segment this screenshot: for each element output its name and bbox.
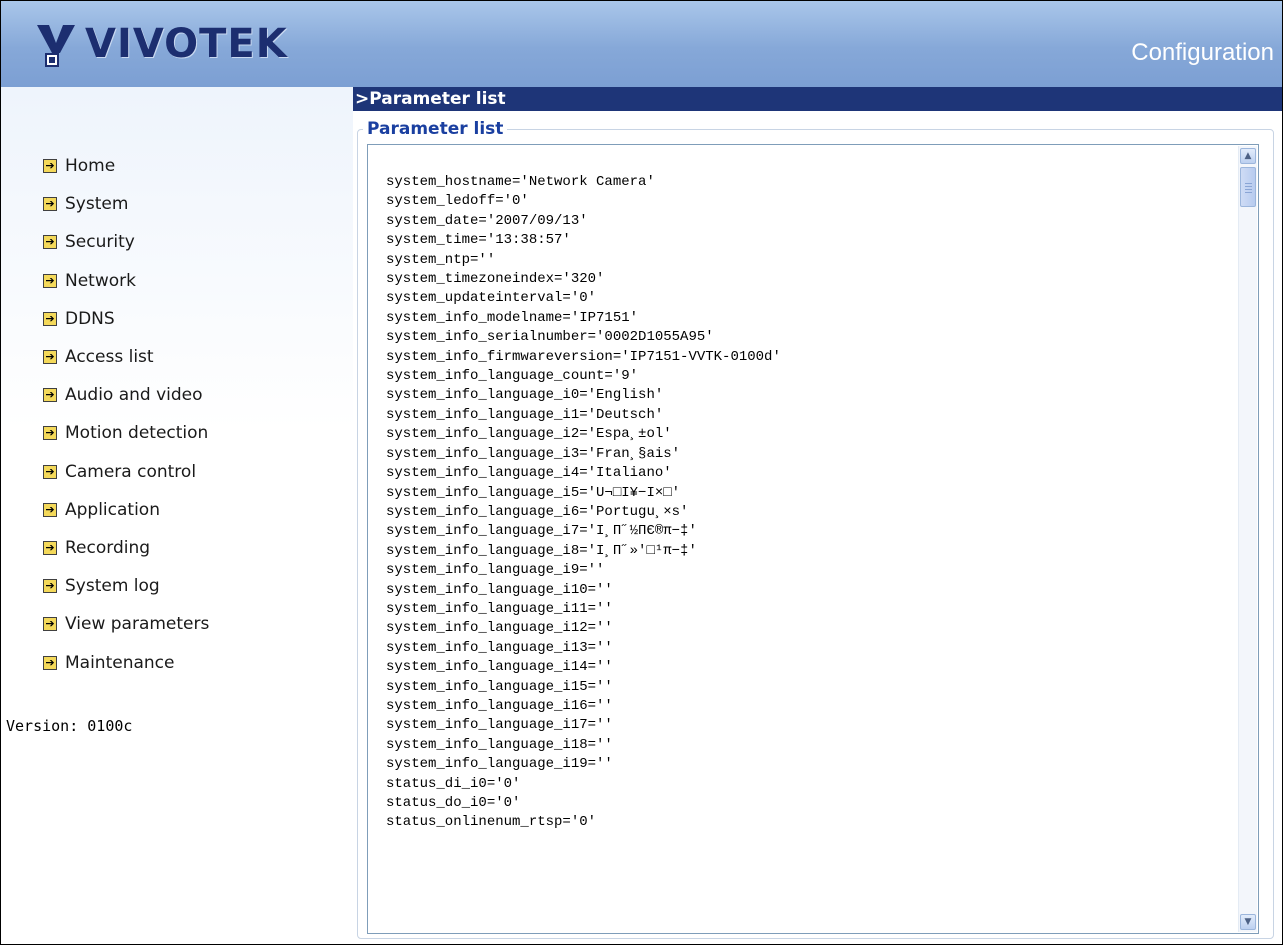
sidebar-item-motion-detection[interactable]: ➔ Motion detection (43, 414, 209, 452)
parameter-list-textarea[interactable]: system_hostname='Network Camera' system_l… (367, 144, 1259, 934)
parameter-line: system_info_language_count='9' (386, 368, 639, 385)
parameter-line: system_info_language_i6='Portugu¸×s' (386, 503, 689, 520)
arrow-right-icon: ➔ (43, 388, 57, 403)
parameter-line: system_info_language_i0='English' (386, 387, 664, 404)
parameter-line: system_date='2007/09/13' (386, 212, 588, 229)
sidebar-item-label: Audio and video (65, 385, 203, 406)
arrow-right-icon: ➔ (43, 540, 57, 555)
sidebar-item-system[interactable]: ➔ System (43, 185, 209, 223)
parameter-lines: system_hostname='Network Camera' system_l… (386, 173, 781, 833)
logo-text: VIVOTEK (85, 21, 288, 67)
arrow-right-icon: ➔ (43, 311, 57, 326)
parameter-line: system_info_language_i15='' (386, 678, 613, 695)
parameter-line: system_info_language_i13='' (386, 639, 613, 656)
sidebar-item-label: Motion detection (65, 423, 209, 444)
version-label: Version: 0100c (6, 717, 133, 735)
arrow-right-icon: ➔ (43, 655, 57, 670)
parameter-line: system_info_language_i19='' (386, 756, 613, 773)
sidebar-item-maintenance[interactable]: ➔ Maintenance (43, 643, 209, 681)
arrow-right-icon: ➔ (43, 197, 57, 212)
parameter-line: system_info_language_i12='' (386, 620, 613, 637)
grip-line (1245, 186, 1252, 187)
scroll-down-arrow-icon[interactable]: ▼ (1240, 914, 1256, 930)
sidebar-item-label: System (65, 194, 129, 215)
parameter-line: system_info_language_i7='I¸Π˝½ΠЄ®π−‡' (386, 523, 697, 540)
fieldset-legend: Parameter list (363, 119, 508, 139)
parameter-line: system_info_language_i11='' (386, 600, 613, 617)
parameter-line: system_info_language_i10='' (386, 581, 613, 598)
parameter-line: system_ntp='' (386, 251, 496, 268)
sidebar-item-ddns[interactable]: ➔ DDNS (43, 300, 209, 338)
arrow-right-icon: ➔ (43, 617, 57, 632)
arrow-right-icon: ➔ (43, 159, 57, 174)
sidebar-item-recording[interactable]: ➔ Recording (43, 529, 209, 567)
sidebar-item-network[interactable]: ➔ Network (43, 262, 209, 300)
parameter-line: status_onlinenum_rtsp='0' (386, 814, 597, 831)
vertical-scrollbar[interactable]: ▲ ▼ (1238, 146, 1257, 932)
header-banner: VIVOTEK Configuration (1, 1, 1282, 87)
parameter-line: system_info_firmwareversion='IP7151-VVTK… (386, 348, 781, 365)
parameter-line: system_info_language_i2='Espa¸±ol' (386, 426, 672, 443)
vivotek-logo[interactable]: VIVOTEK (31, 19, 288, 69)
sidebar-item-security[interactable]: ➔ Security (43, 223, 209, 261)
parameter-line: system_info_modelname='IP7151' (386, 309, 639, 326)
grip-line (1245, 189, 1252, 190)
sidebar-item-label: Home (65, 156, 116, 177)
sidebar: ➔ Home ➔ System ➔ Security ➔ Network ➔ DDNS ➔… (1, 87, 353, 944)
page-title: Configuration (1131, 39, 1274, 66)
parameter-line: system_info_language_i14='' (386, 659, 613, 676)
parameter-line: system_time='13:38:57' (386, 232, 571, 249)
sidebar-item-label: DDNS (65, 308, 115, 329)
parameter-line: system_info_language_i18='' (386, 736, 613, 753)
parameter-line: system_ledoff='0' (386, 193, 529, 210)
grip-line (1245, 183, 1252, 184)
sidebar-item-label: Network (65, 270, 136, 291)
arrow-right-icon: ➔ (43, 235, 57, 250)
parameter-line: status_do_i0='0' (386, 795, 521, 811)
scrollbar-thumb[interactable] (1240, 167, 1256, 207)
sidebar-item-label: Recording (65, 537, 151, 558)
sidebar-item-home[interactable]: ➔ Home (43, 147, 209, 185)
sidebar-item-application[interactable]: ➔ Application (43, 491, 209, 529)
sidebar-item-label: Application (65, 499, 160, 520)
arrow-right-icon: ➔ (43, 426, 57, 441)
parameter-line: system_info_language_i17='' (386, 717, 613, 734)
sidebar-item-label: Security (65, 232, 135, 253)
sidebar-item-label: Access list (65, 347, 154, 368)
parameter-line: system_info_serialnumber='0002D1055A95' (386, 329, 714, 346)
sidebar-item-access-list[interactable]: ➔ Access list (43, 338, 209, 376)
parameter-line: system_info_language_i8='I¸Π˝»'□¹π−‡' (386, 542, 697, 559)
parameter-line: system_updateinterval='0' (386, 290, 597, 307)
arrow-right-icon: ➔ (43, 273, 57, 288)
scroll-up-arrow-icon[interactable]: ▲ (1240, 148, 1256, 164)
sidebar-item-label: Camera control (65, 461, 197, 482)
arrow-right-icon: ➔ (43, 464, 57, 479)
parameter-line: system_timezoneindex='320' (386, 271, 605, 288)
sidebar-nav: ➔ Home ➔ System ➔ Security ➔ Network ➔ DDNS ➔… (43, 147, 209, 682)
arrow-right-icon: ➔ (43, 502, 57, 517)
parameter-line: system_info_language_i5='U¬□I¥−I×□' (386, 484, 681, 501)
arrow-right-icon: ➔ (43, 350, 57, 365)
parameter-line: system_hostname='Network Camera' (386, 174, 655, 190)
browser-page: VIVOTEK Configuration ➔ Home ➔ System ➔ Sec… (0, 0, 1283, 945)
parameter-line: system_info_language_i16='' (386, 697, 613, 714)
sidebar-item-camera-control[interactable]: ➔ Camera control (43, 453, 209, 491)
parameter-line: system_info_language_i1='Deutsch' (386, 406, 664, 423)
sidebar-item-system-log[interactable]: ➔ System log (43, 567, 209, 605)
sidebar-item-audio-and-video[interactable]: ➔ Audio and video (43, 376, 209, 414)
grip-line (1245, 192, 1252, 193)
section-titlebar: >Parameter list (353, 87, 1282, 111)
sidebar-item-view-parameters[interactable]: ➔ View parameters (43, 605, 209, 643)
parameter-line: system_info_language_i9='' (386, 562, 605, 579)
sidebar-item-label: System log (65, 576, 160, 597)
sidebar-item-label: Maintenance (65, 652, 175, 673)
parameter-line: status_di_i0='0' (386, 775, 521, 792)
arrow-right-icon: ➔ (43, 579, 57, 594)
parameter-line: system_info_language_i4='Italiano' (386, 465, 672, 482)
sidebar-item-label: View parameters (65, 614, 210, 635)
parameter-line: system_info_language_i3='Fran¸§ais' (386, 445, 681, 462)
vivotek-logo-icon (37, 25, 75, 67)
